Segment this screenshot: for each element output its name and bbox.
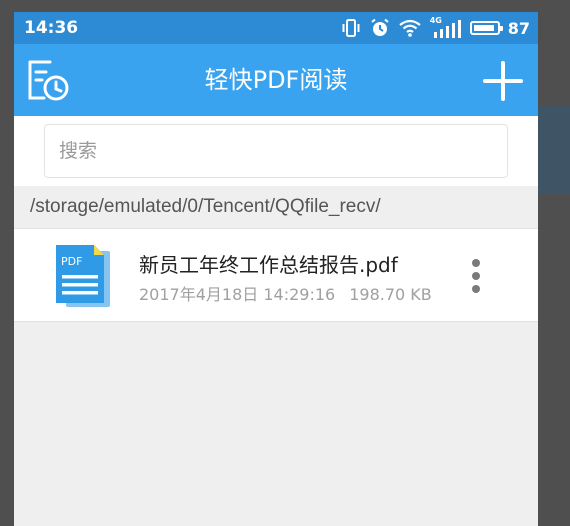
current-path: /storage/emulated/0/Tencent/QQfile_recv/ (14, 186, 538, 228)
more-options-button[interactable] (462, 253, 490, 299)
history-icon (28, 60, 69, 101)
history-button[interactable] (26, 58, 72, 104)
status-time: 14:36 (24, 18, 79, 38)
app-window: 14:36 4G 87 轻快PDF阅读 搜索 /storage/emulated… (14, 12, 538, 526)
file-date: 2017年4月18日 14:29:16 (139, 285, 336, 304)
plus-icon (483, 61, 523, 101)
pdf-icon-label: PDF (61, 255, 82, 268)
battery-icon (469, 21, 503, 35)
wifi-icon (399, 19, 421, 37)
pdf-file-icon: PDF (56, 245, 110, 307)
search-input[interactable] (44, 124, 508, 178)
vibrate-icon (342, 19, 360, 37)
background-peek-right (538, 106, 570, 194)
add-button[interactable] (482, 60, 524, 102)
status-bar: 14:36 4G 87 (14, 12, 538, 44)
file-size: 198.70 KB (349, 285, 432, 304)
battery-level: 87 (507, 18, 530, 38)
search-area (14, 116, 538, 186)
more-dot (472, 285, 480, 293)
file-meta: 2017年4月18日 14:29:16 198.70 KB (139, 281, 432, 305)
more-dot (472, 272, 480, 280)
file-list: PDF 新员工年终工作总结报告.pdf 2017年4月18日 14:29:16 1… (14, 228, 538, 322)
more-dot (472, 259, 480, 267)
app-title: 轻快PDF阅读 (204, 66, 348, 94)
status-icons: 4G 87 (340, 16, 530, 39)
app-bar: 轻快PDF阅读 (14, 44, 538, 116)
alarm-icon (371, 18, 389, 36)
file-name: 新员工年终工作总结报告.pdf (139, 253, 398, 277)
background-peek-left (0, 112, 14, 192)
signal-icon: 4G (430, 16, 462, 38)
